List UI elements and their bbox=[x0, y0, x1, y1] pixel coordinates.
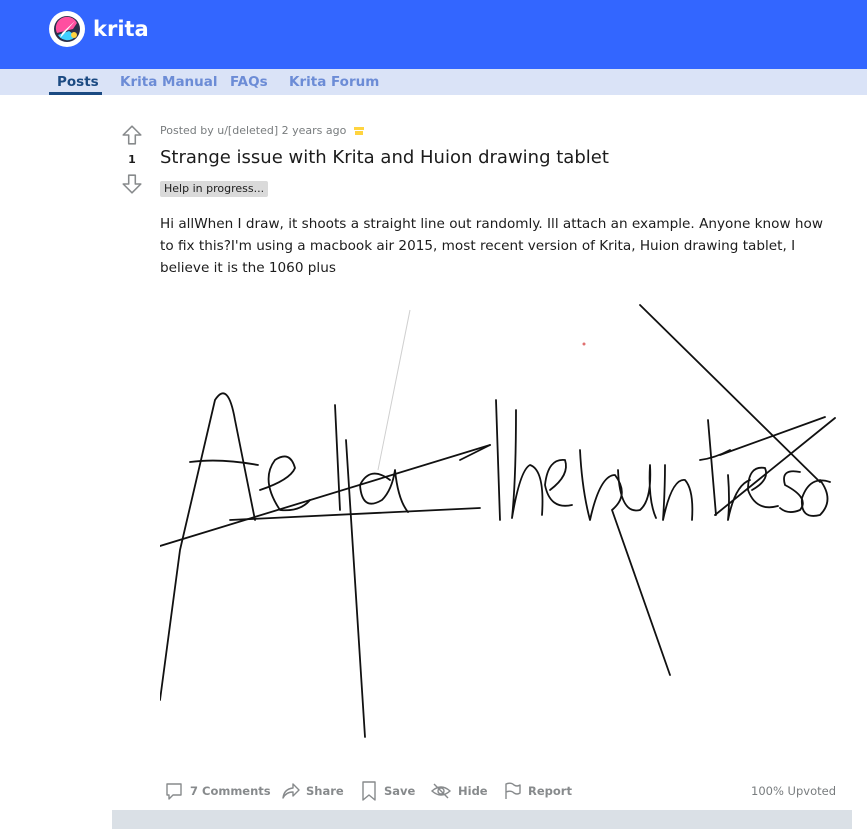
post-meta-text[interactable]: Posted by u/[deleted] 2 years ago bbox=[160, 124, 346, 137]
comments-section-divider bbox=[112, 810, 852, 829]
hide-button[interactable]: Hide bbox=[430, 776, 488, 806]
community-header[interactable]: krita bbox=[49, 11, 149, 47]
post-meta: Posted by u/[deleted] 2 years ago bbox=[160, 124, 365, 137]
post-flair[interactable]: Help in progress... bbox=[160, 181, 269, 197]
active-tab-indicator bbox=[49, 92, 102, 95]
upvote-ratio: 100% Upvoted bbox=[751, 784, 836, 798]
bookmark-icon bbox=[362, 781, 376, 801]
krita-logo-icon[interactable] bbox=[49, 11, 85, 47]
handwriting-sketch-image[interactable] bbox=[160, 300, 836, 740]
community-banner: krita bbox=[0, 0, 867, 69]
report-button[interactable]: Report bbox=[502, 776, 572, 806]
comment-icon bbox=[166, 783, 182, 800]
upvote-icon[interactable] bbox=[121, 124, 143, 146]
award-icon bbox=[354, 126, 365, 136]
share-label: Share bbox=[306, 784, 344, 798]
share-icon bbox=[282, 783, 300, 799]
community-nav: Posts Krita Manual FAQs Krita Forum bbox=[0, 69, 867, 95]
report-label: Report bbox=[528, 784, 572, 798]
tab-krita-forum[interactable]: Krita Forum bbox=[289, 69, 379, 95]
comments-button[interactable]: 7 Comments bbox=[164, 776, 271, 806]
tab-faqs[interactable]: FAQs bbox=[230, 69, 268, 95]
eye-slash-icon bbox=[430, 783, 452, 799]
tab-krita-manual[interactable]: Krita Manual bbox=[120, 69, 218, 95]
post-actions: 7 Comments Share Save Hide Report 100% U… bbox=[160, 776, 840, 806]
save-label: Save bbox=[384, 784, 416, 798]
post-body: Hi allWhen I draw, it shoots a straight … bbox=[160, 216, 823, 276]
comments-label: 7 Comments bbox=[190, 784, 271, 798]
vote-count: 1 bbox=[128, 153, 136, 166]
downvote-icon[interactable] bbox=[121, 173, 143, 195]
community-name[interactable]: krita bbox=[93, 11, 149, 47]
flag-icon bbox=[505, 782, 521, 799]
share-button[interactable]: Share bbox=[280, 776, 344, 806]
save-button[interactable]: Save bbox=[360, 776, 415, 806]
hide-label: Hide bbox=[458, 784, 488, 798]
post-title[interactable]: Strange issue with Krita and Huion drawi… bbox=[160, 147, 609, 168]
